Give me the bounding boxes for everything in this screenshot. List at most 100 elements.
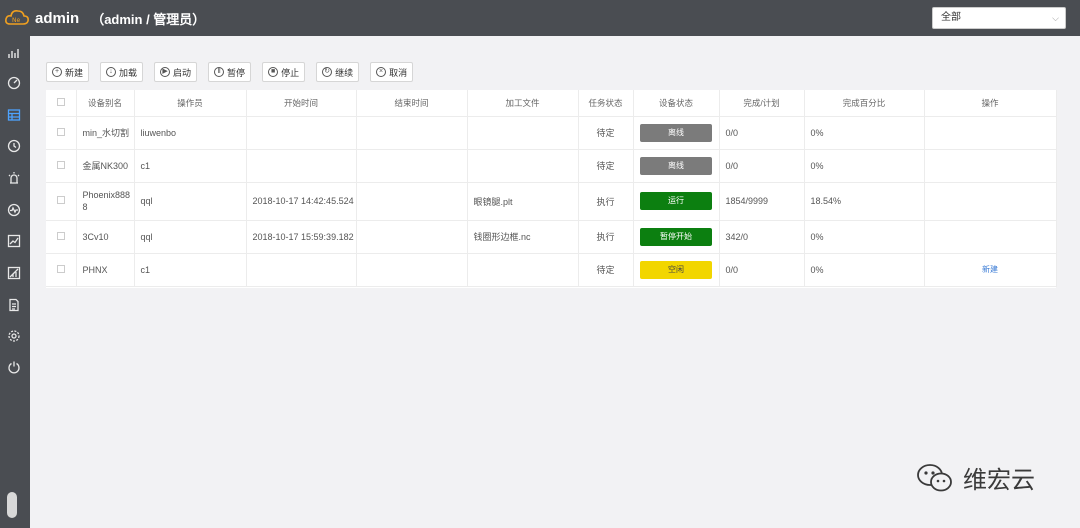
sidebar-item-logout[interactable]	[5, 358, 23, 376]
col-header-end-time[interactable]: 结束时间	[356, 90, 468, 117]
cell-start-time: 2018-10-17 14:42:45.524	[246, 182, 357, 221]
select-all-checkbox[interactable]	[46, 90, 77, 117]
power-icon	[8, 361, 20, 374]
cell-device-status: 暂停开始	[633, 220, 720, 254]
cell-task-status: 待定	[578, 149, 634, 183]
status-badge: 空闲	[640, 260, 712, 279]
bar-chart-icon	[8, 49, 19, 58]
user-role: （admin / 管理员）	[91, 11, 206, 27]
chevron-down-icon: ⌵	[1052, 13, 1059, 23]
cell-end-time	[356, 149, 468, 183]
stop-icon: ■	[268, 67, 279, 77]
col-header-operator[interactable]: 操作员	[134, 90, 247, 117]
cell-percent: 18.54%	[804, 182, 925, 221]
cell-task-status: 执行	[578, 220, 634, 254]
cell-actions	[924, 149, 1057, 183]
start-button[interactable]: ▶ 启动	[154, 62, 198, 82]
pause-button-label: 暂停	[227, 67, 246, 78]
sidebar-item-reports[interactable]	[5, 264, 23, 282]
table-row[interactable]: PHNX c1 待定 空闲 0/0 0% 新建	[46, 253, 1057, 287]
cell-start-time	[246, 149, 357, 183]
sidebar-item-monitor[interactable]	[5, 201, 23, 219]
device-filter-select[interactable]: 全部 ⌵	[932, 7, 1066, 29]
plus-icon: +	[52, 67, 62, 77]
download-icon: ↓	[106, 67, 117, 77]
table-row[interactable]: 3Cv10 qql 2018-10-17 15:59:39.182 钱圈形边框.…	[46, 220, 1057, 254]
sidebar-item-trends[interactable]	[5, 232, 23, 250]
cell-device-status: 运行	[633, 182, 720, 221]
cell-actions	[924, 182, 1057, 221]
table-row[interactable]: min_水切割 liuwenbo 待定 离线 0/0 0%	[46, 116, 1057, 150]
row-checkbox[interactable]	[46, 149, 77, 183]
cell-progress: 0/0	[719, 253, 805, 287]
col-header-file[interactable]: 加工文件	[467, 90, 579, 117]
cell-file: 眼镜腿.plt	[467, 182, 579, 221]
cell-operator: c1	[134, 149, 247, 183]
cancel-button-label: 取消	[389, 67, 408, 78]
filter-value: 全部	[941, 12, 961, 23]
sidebar-item-documents[interactable]	[5, 296, 23, 314]
row-checkbox[interactable]	[46, 116, 77, 150]
cell-alias: min_水切割	[76, 116, 135, 150]
col-header-alias[interactable]: 设备别名	[76, 90, 135, 117]
close-icon: ×	[376, 67, 387, 77]
cell-file	[467, 149, 579, 183]
gauge-icon	[7, 76, 21, 90]
new-button-label: 新建	[65, 67, 84, 78]
row-new-task-link[interactable]: 新建	[982, 265, 998, 274]
col-header-start-time[interactable]: 开始时间	[246, 90, 357, 117]
cell-percent: 0%	[804, 149, 925, 183]
cell-progress: 0/0	[719, 149, 805, 183]
status-badge: 运行	[640, 192, 712, 210]
col-header-progress[interactable]: 完成/计划	[719, 90, 805, 117]
sidebar-item-alarms[interactable]	[5, 169, 23, 187]
cell-operator: liuwenbo	[134, 116, 247, 150]
pause-icon: Ⅱ	[214, 67, 225, 77]
cell-file: 钱圈形边框.nc	[467, 220, 579, 254]
sidebar-item-dashboard[interactable]	[5, 74, 23, 92]
load-button[interactable]: ↓ 加载	[100, 62, 144, 82]
col-header-percent[interactable]: 完成百分比	[804, 90, 925, 117]
cell-percent: 0%	[804, 220, 925, 254]
cell-alias: Phoenix8888	[76, 182, 135, 221]
sidebar-item-settings[interactable]	[5, 327, 23, 345]
report-chart-icon	[7, 266, 21, 280]
cell-progress: 0/0	[719, 116, 805, 150]
sidebar-scrollbar[interactable]	[7, 492, 17, 518]
sidebar-item-history[interactable]	[5, 137, 23, 155]
cell-end-time	[356, 182, 468, 221]
cell-file	[467, 116, 579, 150]
new-button[interactable]: + 新建	[46, 62, 90, 82]
cell-actions	[924, 116, 1057, 150]
sidebar-item-devices[interactable]	[5, 106, 23, 124]
refresh-icon: ↻	[322, 67, 333, 77]
status-badge: 离线	[640, 123, 712, 142]
row-checkbox[interactable]	[46, 253, 77, 287]
stop-button[interactable]: ■ 停止	[262, 62, 306, 82]
cell-actions	[924, 220, 1057, 254]
grid-table-icon	[7, 109, 21, 121]
cell-task-status: 待定	[578, 253, 634, 287]
line-chart-icon	[7, 234, 21, 248]
table-row[interactable]: Phoenix8888 qql 2018-10-17 14:42:45.524 …	[46, 182, 1057, 221]
cell-operator: qql	[134, 182, 247, 221]
col-header-device-status[interactable]: 设备状态	[633, 90, 720, 117]
resume-button[interactable]: ↻ 继续	[316, 62, 360, 82]
cloud-logo-icon: Ne	[2, 6, 32, 30]
cell-alias: 金属NK300	[76, 149, 135, 183]
sidebar-item-stats[interactable]	[5, 44, 23, 62]
row-checkbox[interactable]	[46, 220, 77, 254]
cell-task-status: 待定	[578, 116, 634, 150]
play-icon: ▶	[160, 67, 171, 77]
table-header-row: 设备别名 操作员 开始时间 结束时间 加工文件 任务状态 设备状态 完成/计划 …	[46, 90, 1057, 117]
cancel-button[interactable]: × 取消	[370, 62, 414, 82]
app-title: admin	[35, 9, 80, 27]
cell-end-time	[356, 116, 468, 150]
cell-device-status: 空闲	[633, 253, 720, 287]
watermark: 维宏云	[915, 460, 1035, 495]
table-row[interactable]: 金属NK300 c1 待定 离线 0/0 0%	[46, 149, 1057, 183]
svg-text:Ne: Ne	[12, 17, 20, 24]
pause-button[interactable]: Ⅱ 暂停	[208, 62, 252, 82]
row-checkbox[interactable]	[46, 182, 77, 221]
col-header-task-status[interactable]: 任务状态	[578, 90, 634, 117]
